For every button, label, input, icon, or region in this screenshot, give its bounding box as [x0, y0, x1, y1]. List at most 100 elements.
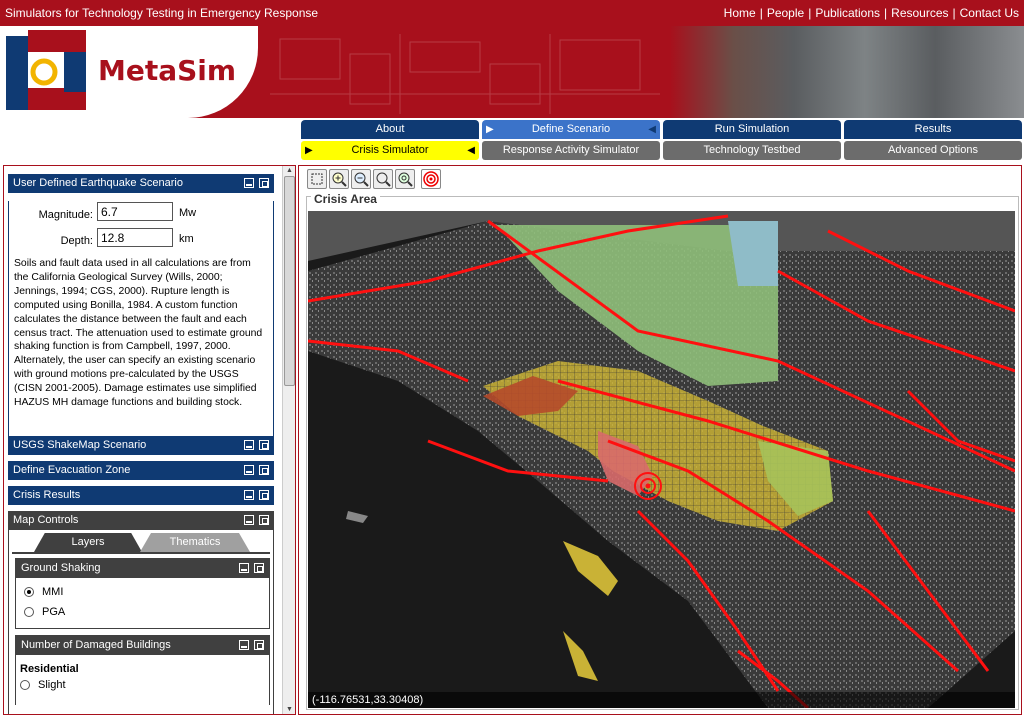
left-panel: User Defined Earthquake Scenario Magnitu… [3, 165, 296, 715]
nav-response-activity[interactable]: Response Activity Simulator [482, 141, 660, 160]
shakemap-section: USGS ShakeMap Scenario [8, 436, 274, 455]
map-controls-section: Map Controls Layers Thematics Ground Sha… [8, 511, 274, 714]
earthquake-description: Soils and fault data used in all calcula… [14, 258, 263, 409]
arrow-left-icon: ◀ [648, 124, 656, 135]
radio-selected-icon[interactable] [24, 587, 34, 597]
minimize-icon[interactable] [244, 440, 254, 450]
maximize-icon[interactable] [254, 563, 264, 573]
crisis-results-section-header[interactable]: Crisis Results [8, 486, 274, 505]
nav-response-activity-label: Response Activity Simulator [502, 144, 640, 156]
zoom-out-icon[interactable] [351, 169, 371, 189]
arrow-right-icon: ▶ [486, 124, 494, 135]
evacuation-section-header[interactable]: Define Evacuation Zone [8, 461, 274, 480]
maximize-icon[interactable] [259, 515, 269, 525]
radio-unselected-icon[interactable] [24, 607, 34, 617]
scrollbar-thumb[interactable] [284, 176, 295, 386]
depth-unit: km [179, 233, 194, 245]
link-resources[interactable]: Resources [891, 6, 948, 20]
nav-technology-testbed[interactable]: Technology Testbed [663, 141, 841, 160]
minimize-icon[interactable] [244, 465, 254, 475]
radio-unselected-icon[interactable] [20, 680, 30, 690]
radio-pga-label: PGA [42, 606, 66, 618]
map-controls-section-title: Map Controls [13, 514, 79, 526]
crisis-area-title: Crisis Area [311, 192, 380, 206]
tab-thematics[interactable]: Thematics [140, 533, 250, 552]
magnitude-input[interactable] [97, 202, 173, 221]
crisis-results-section: Crisis Results [8, 486, 274, 505]
zoom-extent-icon[interactable] [395, 169, 415, 189]
link-people[interactable]: People [767, 6, 804, 20]
minimize-icon[interactable] [244, 490, 254, 500]
nav-advanced-options[interactable]: Advanced Options [844, 141, 1022, 160]
radio-slight[interactable]: Slight [12, 675, 269, 695]
epicenter-icon[interactable] [421, 169, 441, 189]
tab-layers[interactable]: Layers [34, 533, 142, 552]
nav-crisis-simulator[interactable]: ▶ Crisis Simulator ◀ [301, 141, 479, 160]
left-panel-scrollbar[interactable]: ▲ ▼ [282, 166, 295, 714]
damaged-buildings-header[interactable]: Number of Damaged Buildings [16, 636, 269, 655]
ground-shaking-title: Ground Shaking [21, 562, 101, 574]
depth-row: Depth: km [9, 227, 273, 253]
maximize-icon[interactable] [254, 640, 264, 650]
evacuation-section-title: Define Evacuation Zone [13, 464, 131, 476]
map-controls-tabs: Layers Thematics [12, 530, 270, 554]
earthquake-section-header[interactable]: User Defined Earthquake Scenario [8, 174, 274, 193]
nav-run-simulation-label: Run Simulation [714, 123, 790, 135]
map-controls-section-header[interactable]: Map Controls [8, 511, 274, 530]
ground-shaking-options: MMI PGA [16, 578, 269, 628]
map-controls-body: Layers Thematics Ground Shaking MMI PGA … [8, 530, 274, 714]
link-contact[interactable]: Contact Us [960, 6, 1019, 20]
ground-shaking-group: Ground Shaking MMI PGA [15, 558, 270, 629]
residential-heading: Residential [20, 663, 79, 675]
damaged-buildings-group: Number of Damaged Buildings Residential … [15, 635, 270, 705]
minimize-icon[interactable] [239, 640, 249, 650]
banner-photo [670, 26, 1024, 118]
radio-pga[interactable]: PGA [16, 602, 269, 622]
nav-about-label: About [375, 123, 405, 135]
magnitude-label: Magnitude: [38, 209, 93, 221]
earthquake-section: User Defined Earthquake Scenario Magnitu… [8, 174, 274, 453]
minimize-icon[interactable] [239, 563, 249, 573]
magnitude-row: Magnitude: Mw [9, 201, 273, 227]
metasim-logo-icon [6, 30, 86, 110]
zoom-previous-icon[interactable] [373, 169, 393, 189]
nav-results[interactable]: Results [844, 120, 1022, 139]
nav-define-scenario-label: Define Scenario [531, 123, 611, 135]
magnitude-unit: Mw [179, 207, 197, 219]
maximize-icon[interactable] [259, 440, 269, 450]
radio-mmi[interactable]: MMI [16, 582, 269, 602]
minimize-icon[interactable] [244, 515, 254, 525]
nav-run-simulation[interactable]: Run Simulation [663, 120, 841, 139]
banner: MetaSim [0, 26, 1024, 118]
top-links: Home | People | Publications | Resources | Conta… [723, 6, 1019, 20]
arrow-right-icon: ▶ [305, 145, 313, 156]
logo-area: MetaSim [0, 26, 258, 118]
crisis-map[interactable]: (-116.76531,33.30408) [308, 211, 1015, 708]
scroll-up-icon[interactable]: ▲ [284, 166, 295, 175]
map-canvas[interactable] [308, 211, 1015, 708]
ground-shaking-header[interactable]: Ground Shaking [16, 559, 269, 578]
evacuation-section: Define Evacuation Zone [8, 461, 274, 480]
select-tool-icon[interactable] [307, 169, 327, 189]
coordinate-readout: (-116.76531,33.30408) [308, 692, 1015, 708]
maximize-icon[interactable] [259, 178, 269, 188]
depth-input[interactable] [97, 228, 173, 247]
nav-define-scenario[interactable]: ▶ Define Scenario ◀ [482, 120, 660, 139]
shakemap-section-header[interactable]: USGS ShakeMap Scenario [8, 436, 274, 455]
maximize-icon[interactable] [259, 465, 269, 475]
blueprint-decoration [270, 34, 660, 114]
main-panel: Crisis Area (-116.76531,33.30408) [298, 165, 1022, 715]
top-bar: Simulators for Technology Testing in Eme… [0, 0, 1024, 26]
maximize-icon[interactable] [259, 490, 269, 500]
link-publications[interactable]: Publications [815, 6, 880, 20]
nav-technology-testbed-label: Technology Testbed [703, 144, 801, 156]
scroll-down-icon[interactable]: ▼ [284, 705, 295, 714]
brand-name: MetaSim [98, 54, 237, 87]
link-home[interactable]: Home [724, 6, 756, 20]
zoom-in-icon[interactable] [329, 169, 349, 189]
minimize-icon[interactable] [244, 178, 254, 188]
nav-about[interactable]: About [301, 120, 479, 139]
radio-slight-label: Slight [38, 679, 66, 691]
shakemap-section-title: USGS ShakeMap Scenario [13, 439, 147, 451]
nav-advanced-options-label: Advanced Options [888, 144, 978, 156]
